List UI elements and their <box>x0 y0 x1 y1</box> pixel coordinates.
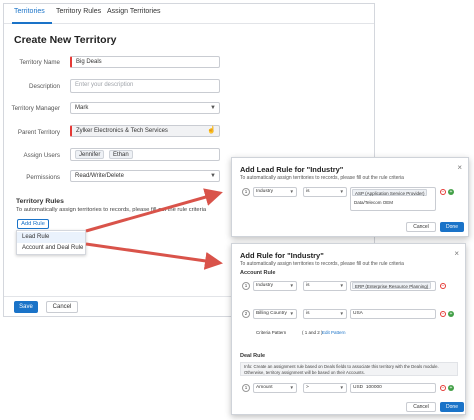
deal-operator-select[interactable]: > ▼ <box>303 383 347 393</box>
field-value: Industry <box>256 283 274 288</box>
chevron-down-icon: ▼ <box>289 283 294 288</box>
row-number: 2 <box>242 310 250 318</box>
account-operator-select[interactable]: is ▼ <box>303 281 347 291</box>
deal-field-select[interactable]: Amount ▼ <box>253 383 297 393</box>
chevron-down-icon: ▼ <box>339 311 344 316</box>
add-row-icon[interactable]: + <box>448 189 454 195</box>
row-number: 1 <box>242 188 250 196</box>
row-number: 1 <box>242 384 250 392</box>
chevron-down-icon: ▼ <box>339 189 344 194</box>
lead-dialog-title: Add Lead Rule for "Industry" <box>240 165 344 174</box>
account-value-multiselect[interactable]: ERP (Enterprise Resource Planning) <box>350 281 436 291</box>
account-operator-select[interactable]: is ▼ <box>303 309 347 319</box>
criteria-pattern-value: ( 1 and 2 ) <box>302 330 323 335</box>
lead-field-select[interactable]: Industry ▼ <box>253 187 297 197</box>
amount-value: 100000 <box>365 385 382 390</box>
lead-dialog-description: To automatically assign territories to r… <box>240 175 404 181</box>
arrow-to-lead-dialog <box>85 188 223 233</box>
close-icon[interactable]: × <box>457 163 462 172</box>
chevron-down-icon: ▼ <box>289 385 294 390</box>
account-rule-label: Account Rule <box>240 270 276 276</box>
account-field-select[interactable]: Billing Country ▼ <box>253 309 297 319</box>
row-number: 1 <box>242 282 250 290</box>
chevron-down-icon: ▼ <box>339 283 344 288</box>
chevron-down-icon: ▼ <box>289 189 294 194</box>
criteria-pattern-label: Criteria Pattern <box>256 330 287 335</box>
field-value: Amount <box>256 385 273 390</box>
remove-row-icon[interactable]: − <box>440 311 446 317</box>
deal-amount-input[interactable]: USD 100000 <box>350 383 436 393</box>
currency-label: USD <box>353 385 364 390</box>
add-row-icon[interactable]: + <box>448 311 454 317</box>
remove-row-icon[interactable]: − <box>440 283 446 289</box>
value-tag[interactable]: ASP (Application Service Provider) <box>352 189 428 196</box>
operator-value: is <box>306 189 310 194</box>
operator-value: > <box>306 385 309 390</box>
arrow-to-account-dialog <box>85 242 223 270</box>
field-value: Industry <box>256 189 274 194</box>
account-dialog-description: To automatically assign territories to r… <box>240 261 404 267</box>
lead-cancel-button[interactable]: Cancel <box>406 222 436 232</box>
chevron-down-icon: ▼ <box>289 311 294 316</box>
account-deal-rule-dialog: Add Rule for "Industry" × To automatical… <box>231 243 466 415</box>
remove-row-icon[interactable]: − <box>440 189 446 195</box>
lead-value-multiselect[interactable]: ASP (Application Service Provider) Data/… <box>350 187 436 211</box>
add-row-icon[interactable]: + <box>448 385 454 391</box>
close-icon[interactable]: × <box>454 249 459 258</box>
operator-value: is <box>306 283 310 288</box>
account-cancel-button[interactable]: Cancel <box>406 402 436 412</box>
lead-done-button[interactable]: Done <box>440 222 464 232</box>
value-tag[interactable]: Data/Telecom OEM <box>354 199 393 207</box>
remove-row-icon[interactable]: − <box>440 385 446 391</box>
operator-value: is <box>306 311 310 316</box>
deal-rule-label: Deal Rule <box>240 353 266 359</box>
chevron-down-icon: ▼ <box>339 385 344 390</box>
account-field-select[interactable]: Industry ▼ <box>253 281 297 291</box>
edit-pattern-link[interactable]: Edit Pattern <box>322 330 346 335</box>
deal-info-box: Info: Create an assignment rule based on… <box>240 362 458 376</box>
lead-operator-select[interactable]: is ▼ <box>303 187 347 197</box>
account-dialog-title: Add Rule for "Industry" <box>240 251 324 260</box>
account-value-input[interactable]: USA <box>350 309 436 319</box>
value-tag[interactable]: ERP (Enterprise Resource Planning) <box>352 282 432 289</box>
value-text: USA <box>353 311 363 316</box>
field-value: Billing Country <box>256 311 287 316</box>
account-done-button[interactable]: Done <box>440 402 464 412</box>
lead-rule-dialog: Add Lead Rule for "Industry" × To automa… <box>231 157 469 237</box>
